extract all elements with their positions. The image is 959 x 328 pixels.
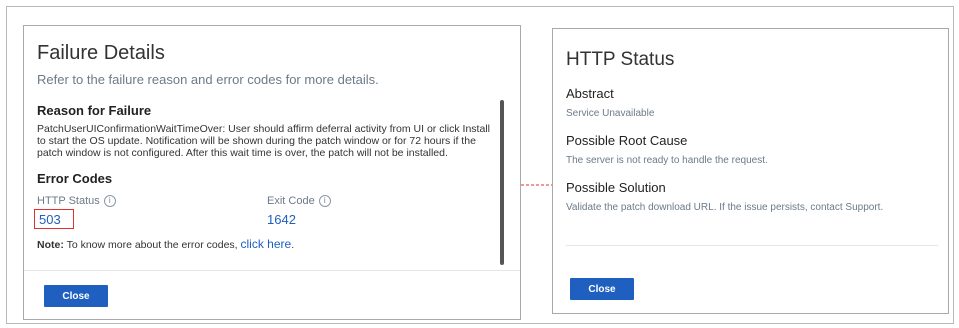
reason-text: PatchUserUIConfirmationWaitTimeOver: Use… (37, 123, 507, 159)
reason-heading: Reason for Failure (37, 103, 152, 118)
dialog-title: Failure Details (37, 42, 165, 64)
close-button[interactable]: Close (44, 285, 108, 307)
abstract-text: Service Unavailable (566, 108, 655, 119)
footer-divider (566, 245, 938, 246)
note-text: To know more about the error codes, (63, 239, 241, 251)
note-suffix: . (291, 239, 295, 251)
error-codes-heading: Error Codes (37, 171, 113, 186)
footer-divider (24, 270, 520, 271)
abstract-heading: Abstract (566, 86, 614, 101)
http-status-label-text: HTTP Status (37, 195, 100, 207)
info-icon[interactable]: i (318, 195, 331, 207)
solution-heading: Possible Solution (566, 180, 666, 195)
reason-line: patch window is not configured. After th… (37, 147, 448, 159)
note-prefix: Note: (37, 239, 64, 251)
vertical-scrollbar[interactable] (500, 100, 504, 265)
click-here-link[interactable]: click here (241, 237, 292, 251)
dialog-subtitle: Refer to the failure reason and error co… (37, 72, 379, 87)
reason-line: PatchUserUIConfirmationWaitTimeOver: Use… (37, 123, 490, 135)
root-cause-text: The server is not ready to handle the re… (566, 155, 768, 166)
reason-line: to start the OS update. Notification wil… (37, 135, 476, 147)
http-status-title: HTTP Status (566, 49, 675, 70)
root-cause-heading: Possible Root Cause (566, 133, 688, 148)
solution-text: Validate the patch download URL. If the … (566, 202, 884, 213)
http-status-label: HTTP Status i (37, 195, 116, 207)
info-icon[interactable]: i (103, 195, 116, 207)
http-status-value-link[interactable]: 503 (39, 212, 61, 227)
exit-code-value-link[interactable]: 1642 (267, 212, 296, 227)
exit-code-label: Exit Code i (267, 195, 331, 207)
exit-code-label-text: Exit Code (267, 195, 315, 207)
failure-details-dialog: Failure Details Refer to the failure rea… (23, 25, 521, 320)
error-codes-note: Note: To know more about the error codes… (37, 237, 294, 251)
close-button[interactable]: Close (570, 278, 634, 300)
http-status-dialog: HTTP Status Abstract Service Unavailable… (552, 28, 949, 314)
